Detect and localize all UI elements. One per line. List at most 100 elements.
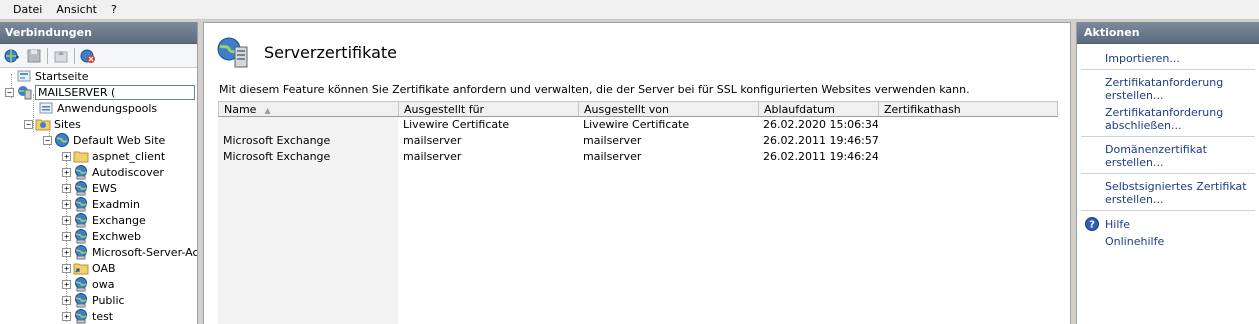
cell-issued-to: mailserver [403, 134, 462, 147]
tree-item-mailserver[interactable]: − MAILSERVER ( [5, 84, 195, 100]
cell-issued-to: Livewire Certificate [403, 118, 510, 131]
tree-item-label: Autodiscover [92, 165, 164, 179]
cell-expiration: 26.02.2011 19:46:24 [763, 150, 878, 163]
tree-item-microsoft-server-act[interactable]: + Microsoft-Server-Act [62, 244, 197, 260]
column-header-issued-to[interactable]: Ausgestellt für [399, 102, 579, 116]
collapse-toggle[interactable]: − [24, 119, 33, 129]
feature-header: Serverzertifikate [216, 35, 397, 69]
menu-help[interactable]: ? [104, 1, 124, 18]
globe-icon [55, 133, 69, 147]
tree-item-sites[interactable]: − Sites [24, 116, 81, 132]
expand-toggle[interactable]: + [62, 183, 71, 193]
svg-text:?: ? [1089, 220, 1095, 231]
cell-issued-by: mailserver [583, 150, 642, 163]
expand-toggle[interactable]: + [62, 247, 71, 257]
web-app-icon [75, 277, 87, 292]
tree-item-label: aspnet_client [92, 149, 166, 163]
import-link[interactable]: Importieren... [1077, 52, 1259, 65]
help-label: Hilfe [1105, 217, 1131, 231]
tree-item-public[interactable]: + Public [62, 292, 125, 308]
expand-toggle[interactable]: + [62, 279, 71, 289]
expand-toggle[interactable]: + [62, 311, 71, 321]
expand-toggle[interactable]: + [62, 199, 71, 209]
tree-item-label: owa [92, 277, 115, 291]
tree-item-label: OAB [92, 261, 116, 275]
help-link[interactable]: ? Hilfe [1077, 217, 1259, 231]
column-header-hash[interactable]: Zertifikathash [879, 102, 1057, 116]
collapse-toggle[interactable]: − [43, 135, 52, 145]
home-icon [17, 70, 31, 82]
expand-toggle[interactable]: + [62, 295, 71, 305]
complete-request-link[interactable]: Zertifikatanforderung abschließen... [1077, 106, 1259, 132]
disconnect-button[interactable] [78, 46, 98, 66]
cell-name: Microsoft Exchange [218, 149, 398, 165]
expand-toggle[interactable]: + [62, 231, 71, 241]
cell-issued-by: Livewire Certificate [583, 118, 690, 131]
tree-item-test[interactable]: + test [62, 308, 113, 324]
cell-hash [878, 149, 1058, 165]
expand-toggle[interactable]: + [62, 151, 71, 161]
cell-name: Microsoft Exchange [218, 133, 398, 149]
column-header-issued-by[interactable]: Ausgestellt von [579, 102, 759, 116]
server-certificates-icon [217, 37, 248, 68]
tree-item-oab[interactable]: + OAB [62, 260, 116, 276]
server-icon [18, 86, 32, 100]
table-row[interactable]: Microsoft Exchange mailserver mailserver… [218, 133, 1058, 149]
column-header-expiration[interactable]: Ablaufdatum [759, 102, 879, 116]
column-header-name[interactable]: Name ▲ [219, 102, 399, 116]
tree-item-exchange[interactable]: + Exchange [62, 212, 146, 228]
tree-item-anwendungspools[interactable]: Anwendungspools [38, 100, 157, 116]
tree-item-label: Exchange [92, 213, 146, 227]
toolbar-separator [74, 47, 75, 64]
web-app-icon [75, 165, 87, 180]
cell-hash [878, 133, 1058, 149]
tree-item-label: Sites [54, 117, 81, 131]
web-app-icon [75, 293, 87, 308]
tree-item-label: Microsoft-Server-Act [92, 245, 197, 259]
feature-description: Mit diesem Feature können Sie Zertifikat… [219, 83, 970, 96]
save-button[interactable] [24, 46, 44, 66]
menu-ansicht[interactable]: Ansicht [49, 1, 104, 18]
tree-item-ews[interactable]: + EWS [62, 180, 117, 196]
tree-item-label: Exchweb [92, 229, 142, 243]
tree-item-aspnet-client[interactable]: + aspnet_client [62, 148, 165, 164]
expand-toggle[interactable]: + [62, 167, 71, 177]
tree-item-default-web-site[interactable]: − Default Web Site [43, 132, 165, 148]
actions-list: Importieren... Zertifikatanforderung ers… [1077, 44, 1259, 248]
tree-item-autodiscover[interactable]: + Autodiscover [62, 164, 164, 180]
menu-bar: Datei Ansicht ? [0, 0, 1259, 20]
expand-toggle[interactable]: + [62, 263, 71, 273]
app-pool-icon [39, 102, 53, 114]
web-app-icon [75, 309, 87, 324]
actions-separator [1081, 210, 1255, 211]
column-header-label: Name [224, 103, 257, 116]
tree-item-label: MAILSERVER ( [35, 84, 195, 100]
expand-toggle[interactable]: + [62, 215, 71, 225]
table-row[interactable]: Microsoft Exchange mailserver mailserver… [218, 149, 1058, 165]
tree-item-exadmin[interactable]: + Exadmin [62, 196, 140, 212]
connections-panel: Verbindungen Startseite − MAILSERVER (A… [0, 22, 198, 324]
table-header: Name ▲ Ausgestellt für Ausgestellt von Ab… [218, 101, 1058, 117]
table-row[interactable]: Livewire Certificate Livewire Certificat… [218, 117, 1058, 133]
actions-header: Aktionen [1077, 22, 1259, 44]
tree-item-exchweb[interactable]: + Exchweb [62, 228, 141, 244]
self-signed-certificate-link[interactable]: Selbstsigniertes Zertifikat erstellen... [1077, 180, 1259, 206]
cell-expiration: 26.02.2011 19:46:57 [763, 134, 878, 147]
online-help-link[interactable]: Onlinehilfe [1077, 235, 1259, 248]
tree-item-label: Anwendungspools [57, 101, 158, 115]
tree-item-owa[interactable]: + owa [62, 276, 114, 292]
create-request-link[interactable]: Zertifikatanforderung erstellen... [1077, 76, 1259, 102]
actions-separator [1081, 173, 1255, 174]
web-app-icon [75, 181, 87, 196]
tree-item-startseite[interactable]: Startseite [16, 68, 89, 84]
connect-button[interactable] [2, 46, 22, 66]
up-button[interactable] [51, 46, 71, 66]
cell-issued-to: mailserver [403, 150, 462, 163]
menu-datei[interactable]: Datei [6, 1, 49, 18]
web-app-icon [75, 245, 87, 260]
web-app-icon [75, 213, 87, 228]
collapse-toggle[interactable]: − [5, 87, 14, 97]
web-app-icon [75, 229, 87, 244]
tree-item-label: Exadmin [92, 197, 140, 211]
domain-certificate-link[interactable]: Domänenzertifikat erstellen... [1077, 143, 1259, 169]
